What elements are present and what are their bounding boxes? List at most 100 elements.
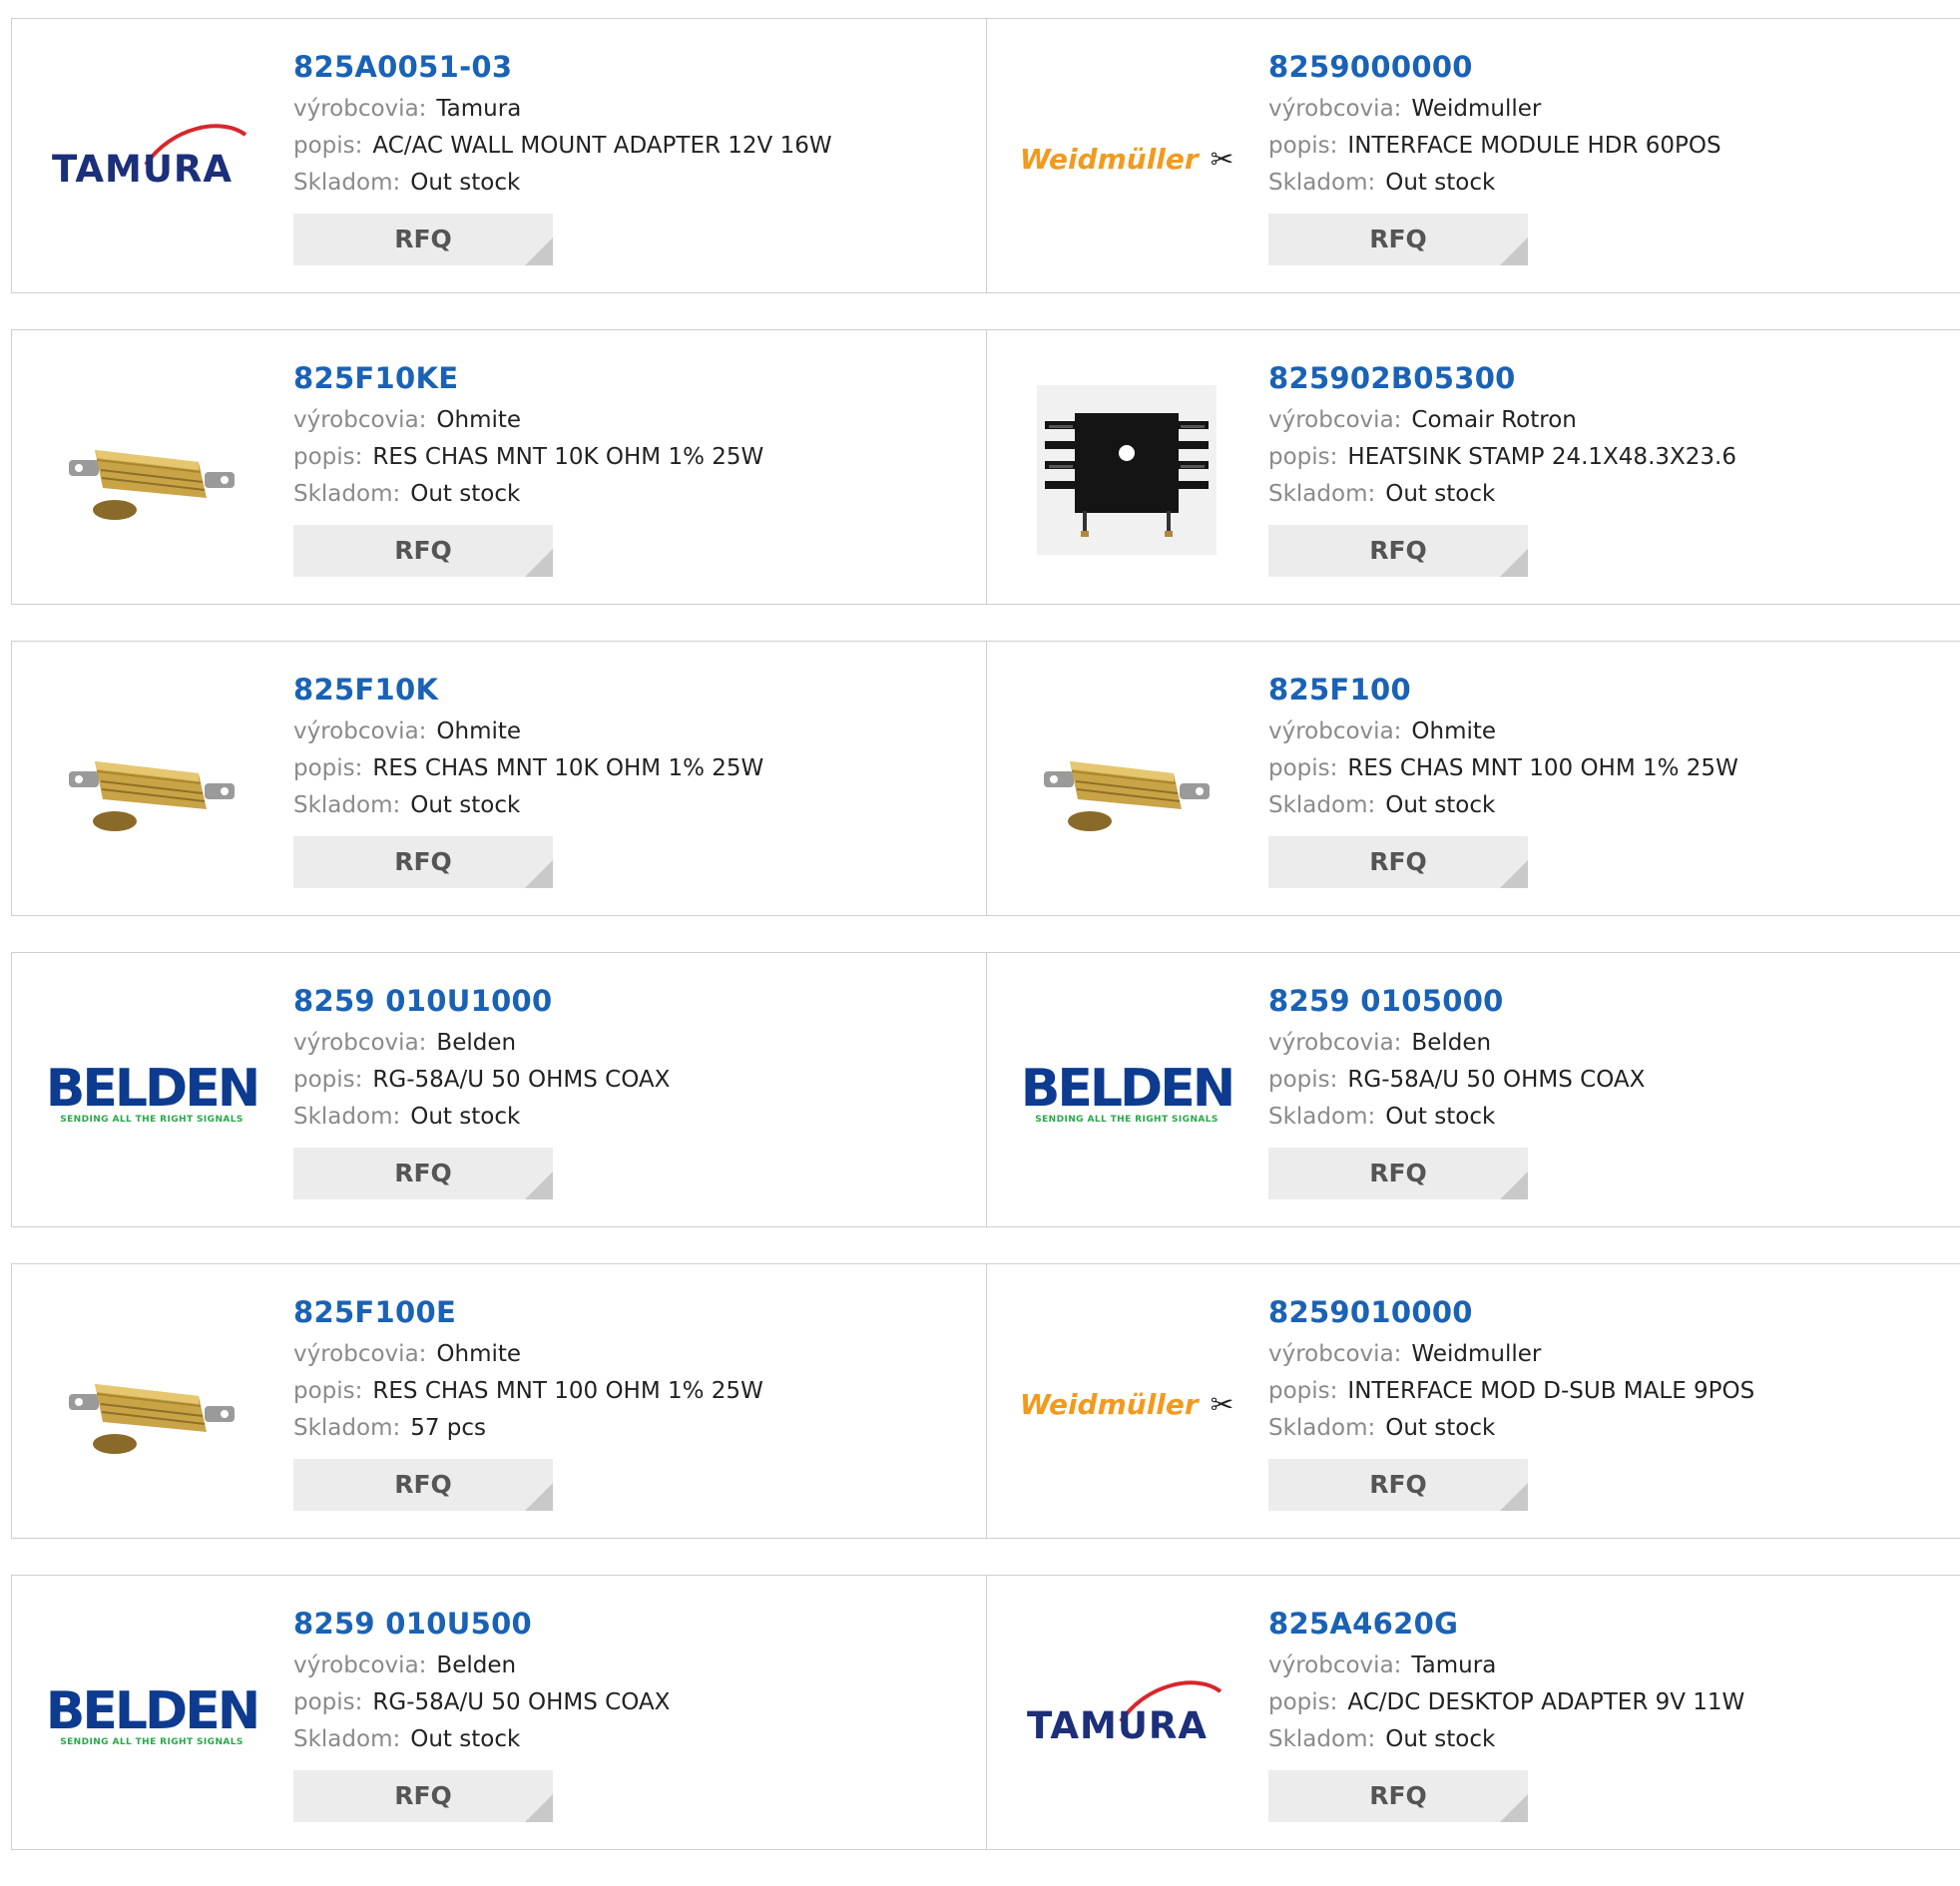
rfq-button[interactable]: RFQ [293, 525, 553, 577]
tamura-logo-icon[interactable]: TAMURA [1025, 1614, 1228, 1817]
description-label: popis: [293, 444, 363, 470]
belden-logo-icon[interactable]: BELDEN SENDING ALL THE RIGHT SIGNALS [1021, 991, 1235, 1194]
rfq-label: RFQ [1369, 1781, 1427, 1810]
stock-value: Out stock [1385, 170, 1496, 196]
product-info: 8259000000 výrobcovia: Weidmuller popis: I… [1268, 47, 1721, 265]
description-value: HEATSINK STAMP 24.1X48.3X23.6 [1347, 444, 1736, 470]
part-number-link[interactable]: 8259 0105000 [1268, 981, 1645, 1021]
rfq-button[interactable]: RFQ [293, 836, 553, 888]
part-number-link[interactable]: 8259010000 [1268, 1292, 1754, 1332]
resistor-image[interactable] [50, 368, 253, 572]
rfq-button[interactable]: RFQ [1268, 1148, 1528, 1199]
corner-triangle-icon [525, 549, 553, 577]
rfq-button[interactable]: RFQ [1268, 214, 1528, 265]
part-number-link[interactable]: 825A0051-03 [293, 47, 832, 87]
stock-label: Skladom: [1268, 792, 1376, 818]
part-number-link[interactable]: 825F100E [293, 1292, 763, 1332]
stock-value: Out stock [1385, 1104, 1496, 1130]
resistor-image[interactable] [50, 680, 253, 883]
manufacturer-row: výrobcovia: Belden [293, 1025, 670, 1062]
description-value: RG-58A/U 50 OHMS COAX [1347, 1067, 1646, 1093]
heatsink-image[interactable] [1025, 368, 1228, 572]
manufacturer-label: výrobcovia: [293, 407, 427, 433]
description-value: RES CHAS MNT 100 OHM 1% 25W [1347, 755, 1738, 781]
belden-logo-icon[interactable]: BELDEN SENDING ALL THE RIGHT SIGNALS [46, 991, 260, 1194]
corner-triangle-icon [1500, 860, 1528, 888]
corner-triangle-icon [525, 1794, 553, 1822]
manufacturer-value: Tamura [1411, 1652, 1497, 1678]
stock-value: 57 pcs [410, 1415, 487, 1441]
product-info: 8259 010U1000 výrobcovia: Belden popis: RG… [293, 981, 670, 1199]
description-value: RG-58A/U 50 OHMS COAX [372, 1067, 671, 1093]
stock-label: Skladom: [293, 1415, 401, 1441]
rfq-label: RFQ [1369, 1159, 1427, 1187]
manufacturer-label: výrobcovia: [1268, 1652, 1402, 1678]
product-row: 825F100E výrobcovia: Ohmite popis: RES CHA… [11, 1263, 1960, 1539]
manufacturer-row: výrobcovia: Tamura [1268, 1648, 1744, 1684]
manufacturer-row: výrobcovia: Ohmite [293, 402, 763, 439]
stock-value: Out stock [1385, 792, 1496, 818]
product-row: BELDEN SENDING ALL THE RIGHT SIGNALS 8259… [11, 1575, 1960, 1850]
rfq-button[interactable]: RFQ [293, 1459, 553, 1511]
rfq-button[interactable]: RFQ [1268, 1770, 1528, 1822]
resistor-image[interactable] [50, 1302, 253, 1506]
weidmuller-logo-icon[interactable]: Weidmüller ✂ [1020, 1302, 1233, 1506]
manufacturer-label: výrobcovia: [1268, 1030, 1402, 1056]
corner-triangle-icon [1500, 549, 1528, 577]
rfq-button[interactable]: RFQ [1268, 525, 1528, 577]
corner-triangle-icon [525, 860, 553, 888]
weidmuller-logo-text: Weidmüller [1019, 142, 1199, 176]
tamura-logo-icon[interactable]: TAMURA [50, 57, 253, 260]
rfq-button[interactable]: RFQ [293, 1148, 553, 1199]
description-label: popis: [293, 1689, 363, 1715]
product-info: 825902B05300 výrobcovia: Comair Rotron po… [1268, 358, 1736, 577]
product-card: 825F100 výrobcovia: Ohmite popis: RES CHAS… [987, 641, 1960, 916]
part-number-link[interactable]: 825F10K [293, 670, 763, 709]
resistor-image[interactable] [1025, 680, 1228, 883]
stock-label: Skladom: [293, 792, 401, 818]
stock-value: Out stock [410, 481, 521, 507]
description-row: popis: INTERFACE MODULE HDR 60POS [1268, 128, 1721, 165]
part-number-link[interactable]: 8259 010U1000 [293, 981, 670, 1021]
rfq-label: RFQ [394, 225, 452, 253]
rfq-button[interactable]: RFQ [1268, 836, 1528, 888]
part-number-link[interactable]: 8259000000 [1268, 47, 1721, 87]
rfq-button[interactable]: RFQ [1268, 1459, 1528, 1511]
stock-label: Skladom: [293, 1726, 401, 1752]
part-number-link[interactable]: 825F10KE [293, 358, 763, 398]
product-info: 825A0051-03 výrobcovia: Tamura popis: AC/A… [293, 47, 832, 265]
stock-row: Skladom: Out stock [293, 165, 832, 202]
part-number-link[interactable]: 825902B05300 [1268, 358, 1736, 398]
description-value: RES CHAS MNT 10K OHM 1% 25W [372, 444, 764, 470]
description-value: RG-58A/U 50 OHMS COAX [372, 1689, 671, 1715]
product-info: 825A4620G výrobcovia: Tamura popis: AC/DC … [1268, 1604, 1744, 1822]
product-card: 825F10K výrobcovia: Ohmite popis: RES CHAS… [11, 641, 987, 916]
part-number-link[interactable]: 8259 010U500 [293, 1604, 670, 1644]
description-label: popis: [1268, 133, 1338, 159]
stock-row: Skladom: Out stock [1268, 1721, 1744, 1758]
manufacturer-label: výrobcovia: [293, 1030, 427, 1056]
description-label: popis: [1268, 755, 1338, 781]
description-row: popis: RG-58A/U 50 OHMS COAX [293, 1684, 670, 1721]
product-info: 8259010000 výrobcovia: Weidmuller popis: I… [1268, 1292, 1754, 1511]
stock-value: Out stock [410, 792, 521, 818]
belden-tagline: SENDING ALL THE RIGHT SIGNALS [1035, 1115, 1219, 1125]
manufacturer-row: výrobcovia: Belden [293, 1648, 670, 1684]
rfq-button[interactable]: RFQ [293, 214, 553, 265]
weidmuller-logo-icon[interactable]: Weidmüller ✂ [1020, 57, 1233, 260]
rfq-label: RFQ [394, 1781, 452, 1810]
belden-logo-icon[interactable]: BELDEN SENDING ALL THE RIGHT SIGNALS [46, 1614, 260, 1817]
part-number-link[interactable]: 825A4620G [1268, 1604, 1744, 1644]
belden-logo-text: BELDEN [45, 1059, 260, 1119]
manufacturer-value: Belden [1411, 1030, 1492, 1056]
manufacturer-label: výrobcovia: [293, 96, 427, 122]
stock-label: Skladom: [1268, 1415, 1376, 1441]
rfq-button[interactable]: RFQ [293, 1770, 553, 1822]
product-row: TAMURA 825A0051-03 výrobcovia: Tamura pop… [11, 18, 1960, 293]
corner-triangle-icon [525, 1172, 553, 1199]
corner-triangle-icon [525, 237, 553, 265]
belden-tagline: SENDING ALL THE RIGHT SIGNALS [60, 1115, 244, 1125]
part-number-link[interactable]: 825F100 [1268, 670, 1738, 709]
manufacturer-label: výrobcovia: [1268, 96, 1402, 122]
manufacturer-row: výrobcovia: Ohmite [293, 713, 763, 750]
